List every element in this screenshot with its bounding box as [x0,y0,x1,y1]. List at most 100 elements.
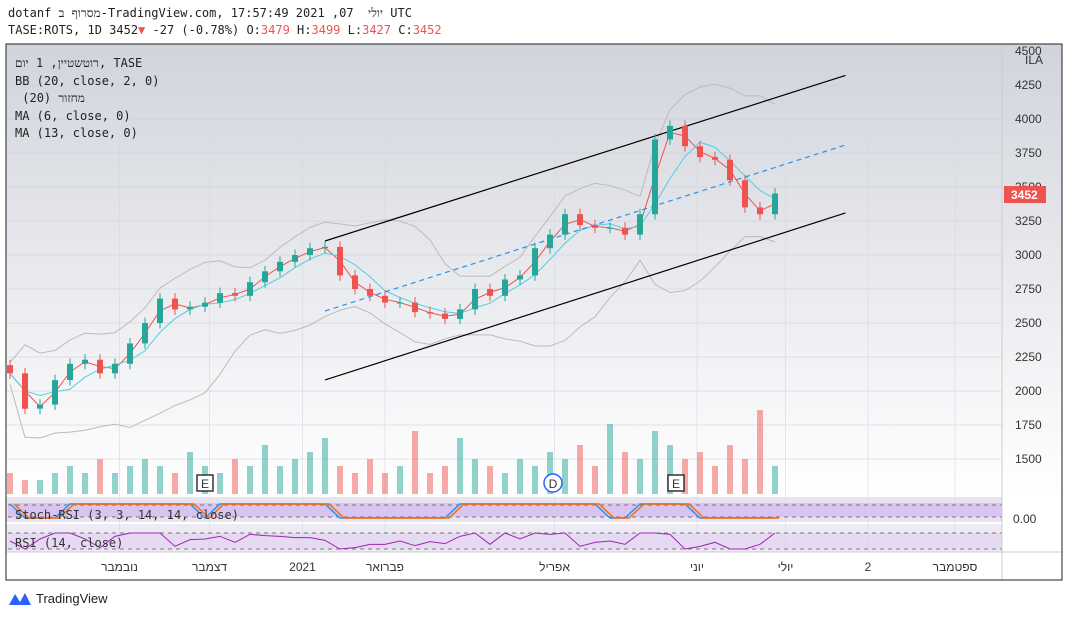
volume-bar [37,480,43,494]
volume-bar [502,473,508,494]
volume-bar [22,480,28,494]
legend-volume[interactable]: מחזור (20) [15,90,160,108]
volume-bar [7,473,13,494]
last-price: 3452 [1011,188,1038,202]
candle [142,323,148,344]
x-tick-label: יוני [690,560,704,574]
y-tick-label: 1500 [1015,452,1042,466]
volume-bar [292,459,298,494]
candle [742,180,748,208]
volume-bar [637,459,643,494]
volume-bar [517,459,523,494]
volume-bar [352,473,358,494]
y-tick-label: 1750 [1015,418,1042,432]
price-chart[interactable]: EDE4500425040003750350032503000275025002… [0,0,1067,617]
volume-bar [697,452,703,494]
candle [382,295,388,303]
volume-bar [112,473,118,494]
volume-bar [82,473,88,494]
volume-bar [52,473,58,494]
x-tick-label: נובמבר [101,560,138,574]
brand-name: TradingView [36,590,108,606]
candle [202,302,208,307]
candle [637,214,643,235]
legend-ma6[interactable]: MA (6, close, 0) [15,108,160,126]
candle [562,214,568,235]
candle [187,306,193,310]
stoch-rsi-label: Stoch-RSI (3, 3, 14, 14, close) [15,508,239,522]
y-tick-label: 2000 [1015,384,1042,398]
volume-bar [757,410,763,494]
volume-bar [727,445,733,494]
candle [487,289,493,296]
candle [112,363,118,374]
volume-bar [712,466,718,494]
candle [697,146,703,158]
currency-label: ILA [1025,53,1043,67]
x-tick-label: יולי [778,560,794,574]
candle [682,125,688,147]
volume-bar [382,473,388,494]
volume-bar [172,473,178,494]
candle [502,279,508,296]
volume-bar [457,438,463,494]
x-tick-label: 2 [865,560,872,574]
candle [232,293,238,296]
event-label: E [201,477,209,491]
tradingview-icon [9,593,31,605]
volume-bar [337,466,343,494]
legend-bb[interactable]: BB (20, close, 2, 0) [15,73,160,91]
candle [307,248,313,255]
volume-bar [277,466,283,494]
volume-bar [127,466,133,494]
volume-bar [652,431,658,494]
candle [622,227,628,235]
candle [427,312,433,314]
candle [22,373,28,409]
candle [97,359,103,374]
x-tick-label: ספטמבר [933,560,978,574]
volume-bar [367,459,373,494]
y-tick-label: 3000 [1015,248,1042,262]
y-tick-label: 4250 [1015,78,1042,92]
volume-bar [262,445,268,494]
candle [67,363,73,381]
y-tick-label: 2750 [1015,282,1042,296]
x-tick-label: דצמבר [192,560,227,574]
candle [262,271,268,283]
candle [367,289,373,296]
volume-bar [412,431,418,494]
candle [517,275,523,280]
candle [82,359,88,364]
volume-bar [442,466,448,494]
volume-bar [247,466,253,494]
volume-bar [187,452,193,494]
candle [712,157,718,160]
event-label: E [672,477,680,491]
volume-bar [772,466,778,494]
candle [172,298,178,310]
candle [757,207,763,215]
candle [292,255,298,262]
volume-bar [487,466,493,494]
candle [652,139,658,215]
x-tick-label: 2021 [289,560,316,574]
volume-bar [742,459,748,494]
tradingview-logo[interactable]: TradingView [8,590,108,606]
event-label: D [549,477,558,491]
volume-bar [142,459,148,494]
candle [577,214,583,226]
legend-ma13[interactable]: MA (13, close, 0) [15,125,160,143]
volume-bar [397,466,403,494]
candle [472,289,478,310]
candle [592,225,598,228]
candle [247,282,253,296]
candle [277,261,283,272]
candle [442,313,448,319]
volume-bar [67,466,73,494]
volume-bar [157,466,163,494]
volume-bar [562,459,568,494]
y-tick-label: 2500 [1015,316,1042,330]
candle [727,159,733,181]
rsi-label: RSI (14, close) [15,536,123,550]
